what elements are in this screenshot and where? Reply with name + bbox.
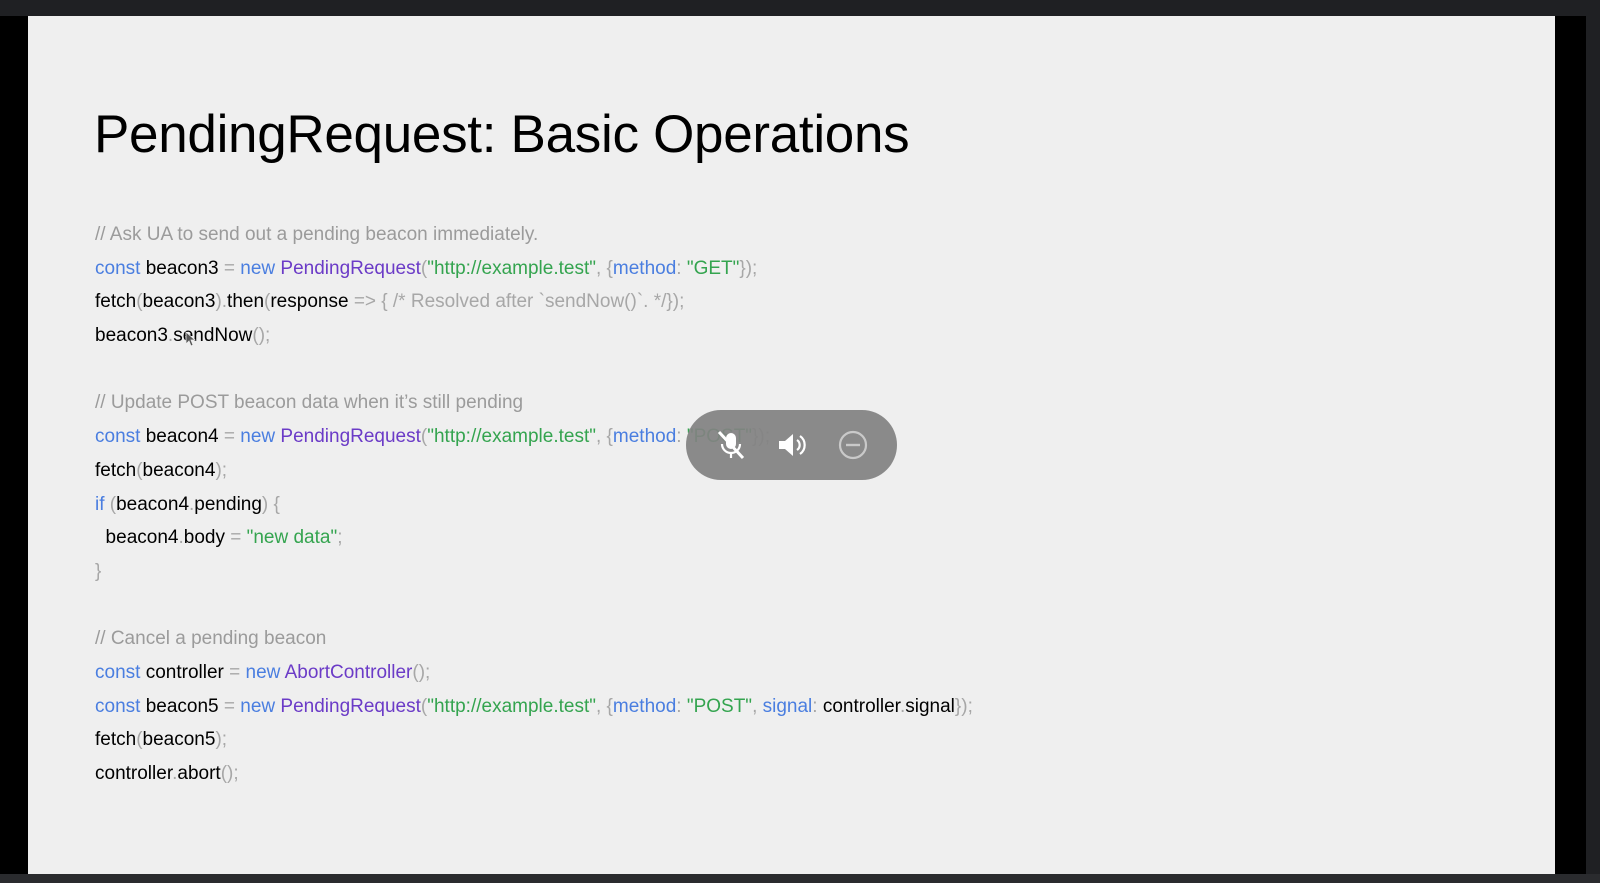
code-line: const controller = new AbortController()… — [95, 656, 973, 690]
code-token: => { /* Resolved after `sendNow()`. */})… — [353, 291, 685, 313]
code-token: then — [227, 291, 265, 313]
code-token: = — [230, 527, 247, 549]
volume-icon — [778, 434, 806, 456]
code-token: // Ask UA to send out a pending beacon i… — [95, 224, 539, 245]
right-black-edge — [1555, 16, 1586, 874]
code-block: // Ask UA to send out a pending beacon i… — [95, 218, 973, 791]
code-token: method — [612, 257, 677, 279]
code-line: // Cancel a pending beacon — [95, 622, 973, 656]
code-token: }); — [739, 257, 758, 279]
code-line: beacon3.sendNow(); — [95, 319, 973, 353]
code-token: ); — [215, 729, 228, 751]
code-token: beacon5 — [142, 729, 216, 751]
slide-title: PendingRequest: Basic Operations — [94, 105, 910, 164]
code-token: pending — [194, 493, 262, 515]
code-token: = — [223, 426, 241, 448]
code-token: controller — [95, 763, 173, 784]
code-line: const beacon5 = new PendingRequest("http… — [95, 690, 973, 724]
code-token: beacon4 — [95, 527, 179, 549]
code-token: const — [95, 661, 146, 683]
code-token: : — [676, 695, 687, 717]
code-token: (); — [220, 763, 239, 784]
code-line: controller.abort(); — [95, 757, 973, 791]
code-token: : — [676, 257, 687, 279]
minus-circle-icon — [838, 430, 867, 460]
media-controls-pill — [686, 410, 897, 480]
code-token: // Cancel a pending beacon — [95, 628, 327, 650]
code-token: PendingRequest — [280, 695, 421, 717]
code-token: PendingRequest — [280, 426, 421, 448]
code-token: = — [223, 695, 241, 717]
code-token: "http://example.test" — [427, 257, 596, 279]
code-token: = — [229, 661, 246, 683]
code-token: } — [95, 560, 102, 582]
code-token: fetch — [95, 459, 137, 481]
code-line: const beacon3 = new PendingRequest("http… — [95, 252, 973, 286]
code-token: ; — [337, 527, 343, 549]
code-token: "http://example.test" — [427, 426, 596, 448]
code-token: new — [240, 257, 281, 279]
code-token: "new data" — [246, 527, 338, 549]
code-token: = — [223, 257, 241, 279]
code-token: // Update POST beacon data when it’s sti… — [95, 392, 524, 414]
code-line: } — [95, 555, 973, 589]
code-token: beacon5 — [145, 695, 224, 717]
code-token: ). — [215, 291, 228, 313]
code-token: new — [240, 426, 281, 448]
code-token: response — [270, 291, 354, 313]
code-token: , { — [595, 257, 613, 279]
code-token: beacon4 — [145, 426, 224, 448]
code-token: "POST" — [686, 695, 753, 717]
code-token: body — [183, 527, 231, 549]
mute-mic-button[interactable] — [709, 423, 753, 467]
code-token: "GET" — [686, 257, 740, 279]
code-token: }); — [954, 695, 973, 717]
code-token: ) { — [261, 493, 280, 515]
code-line: fetch(beacon3).then(response => { /* Res… — [95, 285, 973, 319]
bottom-strip — [0, 874, 1600, 883]
code-token: (); — [412, 661, 431, 683]
code-token: beacon3 — [142, 291, 216, 313]
code-token: fetch — [95, 291, 137, 313]
code-token: const — [95, 257, 146, 279]
code-token: fetch — [95, 729, 137, 751]
code-token: const — [95, 426, 146, 448]
code-token: (); — [252, 325, 271, 347]
code-token: controller — [145, 661, 230, 683]
code-token: : — [812, 695, 823, 717]
code-token: method — [612, 695, 677, 717]
code-token: abort — [177, 763, 221, 784]
code-token: PendingRequest — [280, 257, 421, 279]
code-line: if (beacon4.pending) { — [95, 488, 973, 522]
code-line: fetch(beacon5); — [95, 723, 973, 757]
code-token: new — [245, 661, 285, 683]
code-token: controller — [822, 695, 900, 717]
code-line: beacon4.body = "new data"; — [95, 521, 973, 555]
code-token: if — [95, 493, 110, 515]
code-token: method — [612, 426, 677, 448]
code-token: beacon4 — [142, 459, 216, 481]
code-token: ); — [215, 459, 228, 481]
code-line: // Ask UA to send out a pending beacon i… — [95, 218, 973, 252]
code-token: const — [95, 695, 146, 717]
code-token: "http://example.test" — [427, 695, 596, 717]
code-token: , { — [595, 695, 613, 717]
code-token: new — [240, 695, 281, 717]
code-token: signal — [905, 695, 955, 717]
remove-button[interactable] — [831, 423, 875, 467]
code-token: signal — [762, 695, 813, 717]
code-token: beacon4 — [116, 493, 190, 515]
code-token: AbortController — [284, 661, 413, 683]
code-token: , { — [595, 426, 613, 448]
code-token: beacon3 — [145, 257, 224, 279]
mouse-cursor-icon — [185, 331, 197, 347]
volume-button[interactable] — [770, 423, 814, 467]
code-token: beacon3 — [95, 325, 168, 347]
mic-off-icon — [717, 430, 744, 460]
code-token: , — [752, 695, 763, 717]
